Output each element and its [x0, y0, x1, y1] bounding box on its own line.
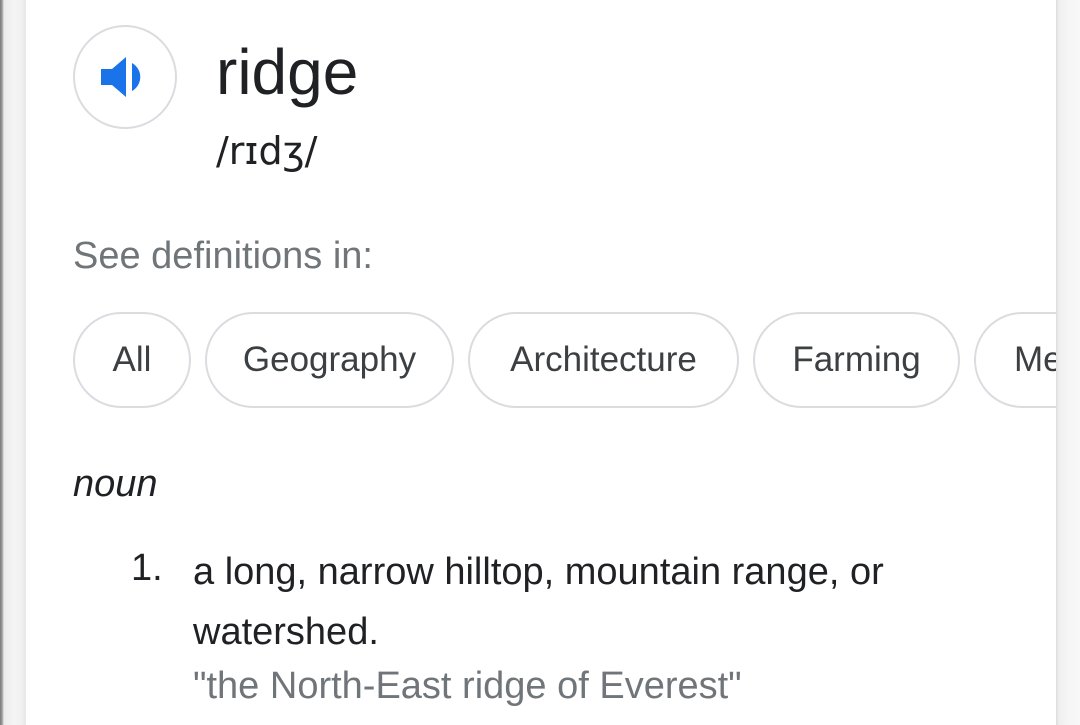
definition-number: 1.	[131, 547, 163, 589]
see-definitions-label: See definitions in:	[73, 235, 373, 277]
part-of-speech: noun	[73, 463, 158, 505]
headword: ridge	[216, 36, 359, 108]
chip-geography[interactable]: Geography	[205, 312, 454, 408]
page: ridge /rɪdʒ/ See definitions in: All Geo…	[0, 0, 1080, 725]
chip-architecture[interactable]: Architecture	[468, 312, 739, 408]
right-edge-shadow	[1056, 0, 1080, 725]
phonetic-transcription: /rɪdʒ/	[216, 129, 318, 173]
chip-me-truncated[interactable]: Me	[974, 312, 1056, 408]
definition-example: "the North-East ridge of Everest"	[193, 665, 742, 707]
chip-all[interactable]: All	[73, 312, 191, 408]
chip-farming[interactable]: Farming	[753, 312, 960, 408]
left-edge-shadow	[0, 0, 26, 725]
dictionary-card: ridge /rɪdʒ/ See definitions in: All Geo…	[26, 0, 1056, 725]
definition-text: a long, narrow hilltop, mountain range, …	[193, 551, 884, 653]
pronunciation-audio-button[interactable]	[73, 25, 177, 129]
speaker-volume-icon	[99, 54, 151, 100]
